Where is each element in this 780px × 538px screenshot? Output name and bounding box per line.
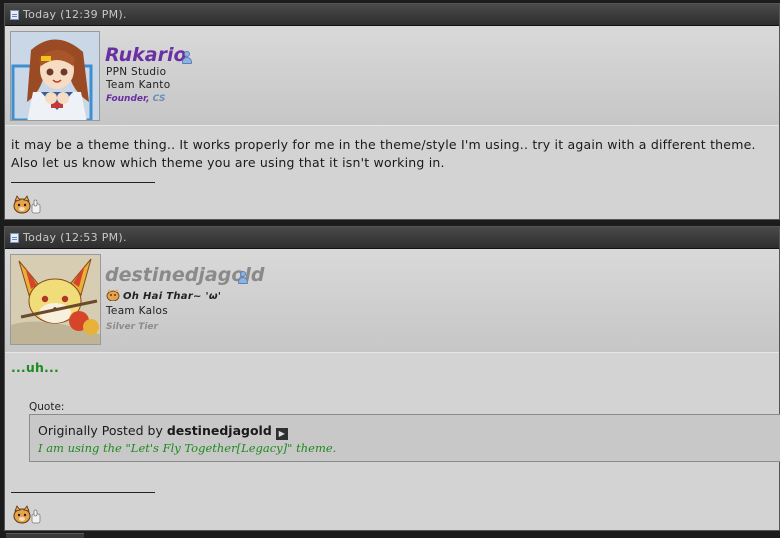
- pokemon-mini-icon: [106, 289, 120, 302]
- post-message: it may be a theme thing.. It works prope…: [11, 136, 775, 172]
- user-avatar[interactable]: [10, 254, 101, 345]
- post-timestamp: Today (12:39 PM).: [23, 8, 127, 21]
- message-line: it may be a theme thing.. It works prope…: [11, 137, 756, 152]
- user-rank: Silver Tier: [106, 322, 158, 332]
- view-post-arrow-icon[interactable]: ▶: [275, 428, 288, 440]
- user-avatar[interactable]: [10, 31, 100, 121]
- quote-label: Quote:: [29, 401, 65, 413]
- user-team-line: Team Kanto: [106, 79, 171, 91]
- rank-cs: CS: [152, 94, 166, 104]
- rank-founder: Founder: [106, 94, 147, 104]
- user-team-line: Team Kalos: [106, 305, 169, 317]
- post-header: Today (12:39 PM).: [5, 4, 779, 26]
- post-message: ...uh...: [11, 360, 59, 375]
- user-info-panel: destinedjagold Oh Hai Thar~ 'ω' Team Kal…: [5, 249, 779, 353]
- signature-divider: [11, 182, 155, 183]
- post-rukario: Today (12:39 PM). Rukario PPN Studio Tea…: [4, 3, 780, 220]
- post-document-icon: [10, 232, 19, 243]
- pokemon-reaction-icon[interactable]: [12, 505, 42, 525]
- post-header: Today (12:53 PM).: [5, 227, 779, 249]
- fennekin-avatar-icon: [11, 255, 100, 344]
- anime-girl-avatar-icon: [11, 32, 99, 120]
- post-document-icon: [10, 9, 19, 20]
- user-rank: Founder, CS: [106, 94, 165, 104]
- quote-text: I am using the "Let's Fly Together[Legac…: [38, 441, 337, 455]
- post-destinedjagold: Today (12:53 PM). destinedjagold Oh Hai …: [4, 226, 780, 531]
- quote-attribution: Originally Posted by destinedjagold ▶: [38, 423, 288, 440]
- user-custom-title-text: Oh Hai Thar~ 'ω': [123, 291, 222, 302]
- quote-block: Originally Posted by destinedjagold ▶ I a…: [29, 414, 780, 462]
- quote-author: destinedjagold: [166, 423, 272, 438]
- user-online-icon: [238, 271, 248, 285]
- pokemon-reaction-icon[interactable]: [12, 195, 42, 215]
- user-info-panel: Rukario PPN Studio Team Kanto Founder, C…: [5, 26, 779, 126]
- user-online-icon: [182, 51, 192, 65]
- post-timestamp: Today (12:53 PM).: [23, 231, 127, 244]
- user-title-line: PPN Studio: [106, 66, 167, 78]
- message-line: Also let us know which theme you are usi…: [11, 155, 445, 170]
- next-post-header-edge: [6, 533, 84, 538]
- signature-divider: [11, 492, 155, 493]
- quote-posted-by-prefix: Originally Posted by: [38, 423, 163, 438]
- username-link[interactable]: Rukario: [105, 44, 187, 66]
- user-custom-title: Oh Hai Thar~ 'ω': [106, 289, 221, 302]
